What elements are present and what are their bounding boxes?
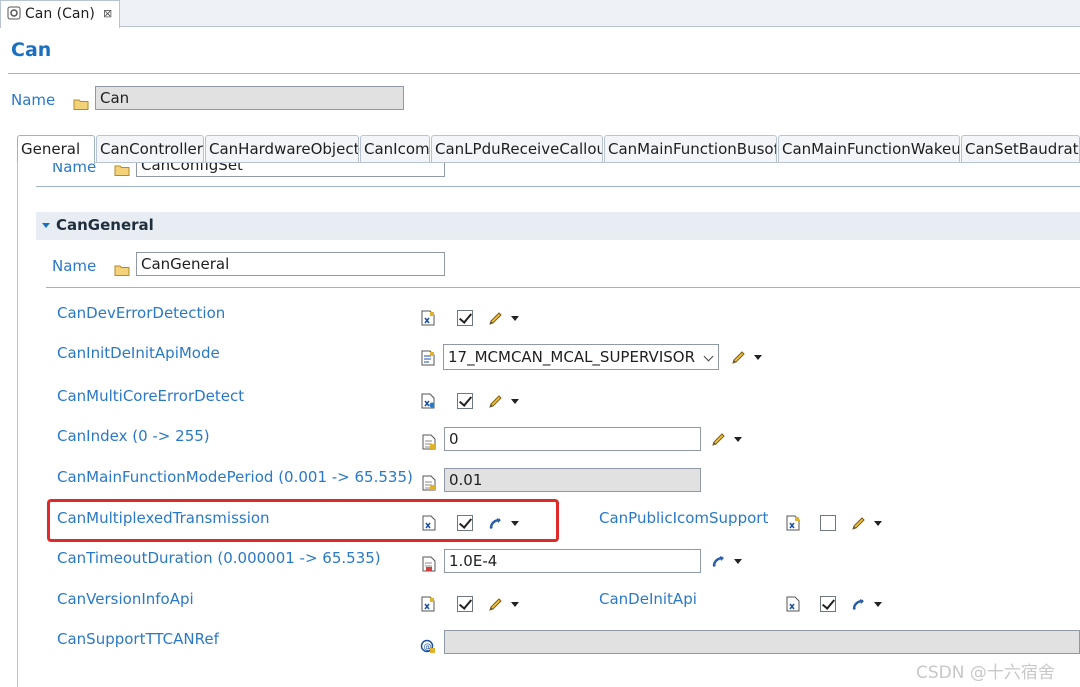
tab-can-controller[interactable]: CanController xyxy=(96,135,204,162)
module-config-icon xyxy=(7,3,21,20)
config-class-icon xyxy=(422,434,436,450)
highlight-annotation xyxy=(47,499,559,542)
editor-tab-label: Can (Can) xyxy=(25,6,95,22)
param-label-support-ttcan-ref: CanSupportTTCANRef xyxy=(57,630,219,648)
init-deinit-api-mode-select[interactable]: 17_MCMCAN_MCAL_SUPERVISOR xyxy=(443,344,719,370)
divider xyxy=(36,186,1080,187)
param-label-init-deinit-api-mode: CanInitDeInitApiMode xyxy=(57,344,220,362)
folder-icon xyxy=(114,163,130,176)
tab-general[interactable]: General xyxy=(17,135,95,164)
config-class-icon xyxy=(786,515,800,531)
public-icom-support-checkbox[interactable] xyxy=(820,515,836,531)
chevron-down-icon[interactable] xyxy=(703,351,714,362)
section-name-label: Name xyxy=(52,257,97,275)
multicore-error-detect-checkbox[interactable] xyxy=(457,393,473,409)
index-input[interactable]: 0 xyxy=(444,427,701,451)
dev-error-detection-checkbox[interactable] xyxy=(457,310,473,326)
select-value: 17_MCMCAN_MCAL_SUPERVISOR xyxy=(448,348,695,366)
dropdown-arrow-icon[interactable] xyxy=(734,437,742,442)
module-name-label: Name xyxy=(11,91,56,109)
support-ttcan-ref-input[interactable] xyxy=(444,630,1080,654)
pencil-icon[interactable] xyxy=(488,394,504,408)
tab-can-lpdu-receive-callout[interactable]: CanLPduReceiveCallou xyxy=(431,135,603,162)
calculated-link-icon[interactable] xyxy=(711,554,727,568)
close-icon[interactable]: ⊠ xyxy=(103,1,112,27)
config-set-name-label: Name xyxy=(52,163,97,176)
deinit-api-checkbox[interactable] xyxy=(820,596,836,612)
config-class-icon xyxy=(421,310,435,326)
param-label-dev-error-detection: CanDevErrorDetection xyxy=(57,304,226,322)
section-header-can-general[interactable] xyxy=(36,212,1080,240)
page-title: Can xyxy=(11,39,52,61)
pencil-icon[interactable] xyxy=(851,516,867,530)
tab-can-main-function-busoff[interactable]: CanMainFunctionBusof xyxy=(604,135,777,162)
dropdown-arrow-icon[interactable] xyxy=(874,521,882,526)
tab-can-main-function-wakeup[interactable]: CanMainFunctionWakeu xyxy=(778,135,960,162)
param-label-index: CanIndex (0 -> 255) xyxy=(57,427,210,445)
timeout-duration-input[interactable]: 1.0E-4 xyxy=(444,549,701,573)
config-set-name-input[interactable]: CanConfigSet xyxy=(136,163,445,177)
general-tab-content xyxy=(17,162,1080,687)
dropdown-arrow-icon[interactable] xyxy=(511,316,519,321)
pencil-icon[interactable] xyxy=(731,350,747,364)
folder-icon xyxy=(114,261,130,276)
dropdown-arrow-icon[interactable] xyxy=(511,602,519,607)
editor-tab-can[interactable]: Can (Can) ⊠ xyxy=(0,0,120,28)
tab-can-set-baudrate[interactable]: CanSetBaudrate xyxy=(961,135,1080,162)
config-class-icon xyxy=(786,596,800,612)
param-label-public-icom-support: CanPublicIcomSupport xyxy=(599,509,769,527)
config-class-icon xyxy=(421,393,435,409)
dropdown-arrow-icon[interactable] xyxy=(511,399,519,404)
watermark: CSDN @十六宿舍 xyxy=(916,663,1055,683)
config-class-icon xyxy=(422,475,436,491)
section-title: CanGeneral xyxy=(56,216,154,234)
config-class-icon xyxy=(422,556,436,572)
config-class-icon xyxy=(421,350,435,366)
main-function-mode-period-input[interactable]: 0.01 xyxy=(444,468,701,492)
section-name-input[interactable]: CanGeneral xyxy=(136,252,445,276)
collapse-triangle-icon[interactable] xyxy=(42,223,50,228)
param-label-deinit-api: CanDeInitApi xyxy=(599,590,697,608)
param-label-multicore-error-detect: CanMultiCoreErrorDetect xyxy=(57,387,245,405)
dropdown-arrow-icon[interactable] xyxy=(874,602,882,607)
pencil-icon[interactable] xyxy=(711,432,727,446)
pencil-icon[interactable] xyxy=(488,311,504,325)
param-label-main-function-mode-period: CanMainFunctionModePeriod (0.001 -> 65.5… xyxy=(57,468,413,486)
param-label-timeout-duration: CanTimeoutDuration (0.000001 -> 65.535) xyxy=(57,549,381,567)
tab-can-icom[interactable]: CanIcom xyxy=(360,135,430,162)
divider xyxy=(46,287,1080,288)
param-label-version-info-api: CanVersionInfoApi xyxy=(57,590,194,608)
calculated-link-icon[interactable] xyxy=(851,597,867,611)
tab-can-hardware-object[interactable]: CanHardwareObject xyxy=(205,135,359,162)
title-divider xyxy=(8,73,1080,74)
config-class-icon xyxy=(421,596,435,612)
dropdown-arrow-icon[interactable] xyxy=(754,355,762,360)
config-set-row: Name CanConfigSet xyxy=(40,163,460,177)
dropdown-arrow-icon[interactable] xyxy=(734,559,742,564)
version-info-api-checkbox[interactable] xyxy=(457,596,473,612)
pencil-icon[interactable] xyxy=(488,597,504,611)
editor-tab-bar xyxy=(0,0,1080,27)
module-name-input[interactable]: Can xyxy=(95,86,404,110)
folder-icon xyxy=(73,95,89,110)
reference-icon: @ xyxy=(420,638,435,654)
